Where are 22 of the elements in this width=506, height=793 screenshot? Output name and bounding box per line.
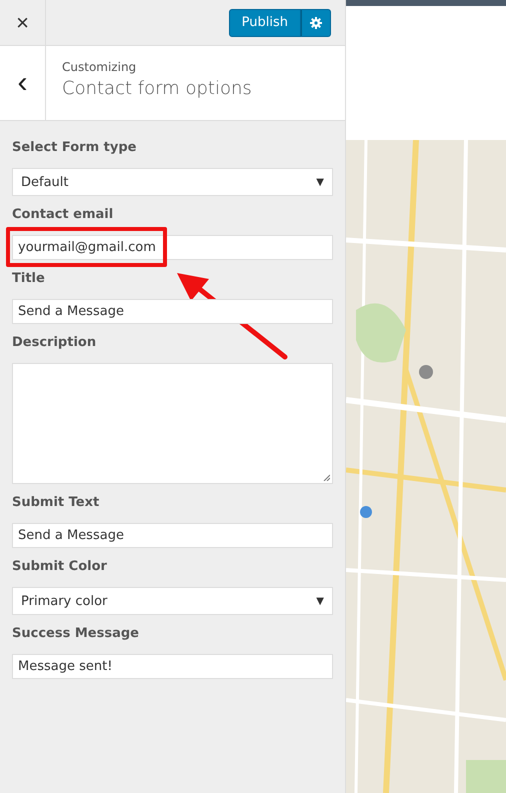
field-label: Select Form type xyxy=(12,140,136,155)
breadcrumb: Customizing xyxy=(62,60,138,74)
input-field[interactable]: Send a Message xyxy=(12,299,333,324)
settings-button[interactable] xyxy=(301,8,331,36)
field-label: Submit Text xyxy=(12,495,100,510)
publish-button[interactable]: Publish xyxy=(228,8,301,36)
resize-grip-icon xyxy=(323,474,330,481)
section-title: Contact form options xyxy=(62,78,252,99)
input-field[interactable]: Message sent! xyxy=(12,654,333,679)
field-label: Title xyxy=(12,271,45,286)
dropdown[interactable]: Primary color ▼ xyxy=(12,587,333,615)
textarea-field[interactable] xyxy=(12,363,333,484)
field-label: Success Message xyxy=(12,626,139,641)
field-label: Description xyxy=(12,335,96,350)
dropdown[interactable]: Default ▼ xyxy=(12,168,333,196)
input-field[interactable]: yourmail@gmail.com xyxy=(12,235,333,260)
settings-icon xyxy=(310,16,322,28)
input-field[interactable]: Send a Message xyxy=(12,523,333,548)
field-label: Submit Color xyxy=(12,559,107,574)
caret-icon: ▼ xyxy=(316,176,324,188)
caret-icon: ▼ xyxy=(316,596,324,606)
field-label: Contact email xyxy=(12,207,114,222)
